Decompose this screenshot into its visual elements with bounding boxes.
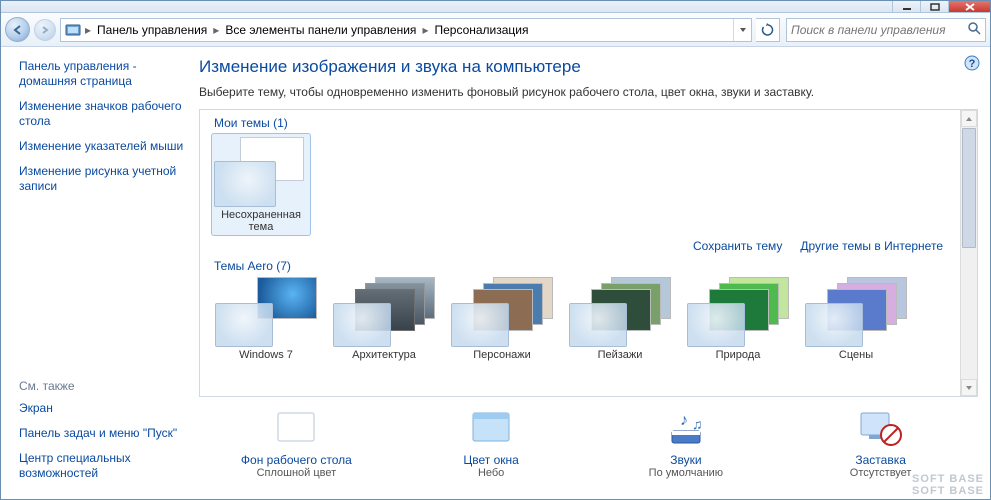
theme-item-scenes[interactable]: Сцены (802, 277, 910, 361)
screensaver-icon (857, 409, 905, 449)
more-themes-link[interactable]: Другие темы в Интернете (800, 239, 943, 253)
page-description: Выберите тему, чтобы одновременно измени… (199, 85, 978, 99)
see-also-label: См. также (19, 379, 185, 393)
help-icon[interactable]: ? (964, 55, 980, 71)
theme-item-unsaved[interactable]: Несохраненная тема (212, 134, 310, 235)
sidebar: Панель управления - домашняя страница Из… (1, 47, 191, 499)
window-titlebar (1, 1, 990, 13)
theme-item-characters[interactable]: Персонажи (448, 277, 556, 361)
setting-sounds[interactable]: ♪ ♫ Звуки По умолчанию (606, 409, 766, 479)
sidebar-link-mouse-pointers[interactable]: Изменение указателей мыши (19, 139, 185, 154)
setting-window-color[interactable]: Цвет окна Небо (411, 409, 571, 479)
themes-list: Мои темы (1) Несохраненная тема Сохранит… (199, 109, 978, 397)
forward-button[interactable] (34, 19, 56, 41)
theme-item-windows7[interactable]: Windows 7 (212, 277, 320, 361)
sidebar-link-taskbar[interactable]: Панель задач и меню "Пуск" (19, 426, 185, 441)
search-icon[interactable] (967, 21, 981, 38)
my-themes-header: Мои темы (1) (214, 116, 965, 130)
close-button[interactable] (948, 1, 990, 12)
svg-text:♪: ♪ (680, 412, 688, 429)
sidebar-link-desktop-icons[interactable]: Изменение значков рабочего стола (19, 99, 185, 129)
scroll-up-button[interactable] (961, 110, 977, 127)
chevron-right-icon: ▸ (420, 23, 430, 37)
breadcrumb-item[interactable]: Панель управления (93, 23, 211, 37)
watermark: SOFT BASESOFT BASE (912, 473, 984, 497)
content-area: ? Изменение изображения и звука на компь… (191, 47, 990, 499)
control-panel-home-link[interactable]: Панель управления - домашняя страница (19, 59, 185, 89)
desktop-background-icon (272, 409, 320, 449)
maximize-button[interactable] (920, 1, 948, 12)
aero-themes-header: Темы Aero (7) (214, 259, 965, 273)
search-box[interactable] (786, 18, 986, 42)
save-theme-link[interactable]: Сохранить тему (693, 239, 782, 253)
setting-desktop-background[interactable]: Фон рабочего стола Сплошной цвет (216, 409, 376, 479)
navigation-bar: ▸ Панель управления ▸ Все элементы панел… (1, 13, 990, 47)
refresh-button[interactable] (756, 18, 780, 42)
control-panel-icon (65, 22, 81, 38)
chevron-right-icon: ▸ (211, 23, 221, 37)
search-input[interactable] (791, 23, 967, 37)
window-color-icon (467, 409, 515, 449)
theme-label: Несохраненная тема (212, 209, 310, 233)
breadcrumb-dropdown[interactable] (733, 19, 751, 41)
sounds-icon: ♪ ♫ (662, 409, 710, 449)
minimize-button[interactable] (892, 1, 920, 12)
theme-thumbnail (214, 137, 308, 207)
breadcrumb-item[interactable]: Персонализация (430, 23, 532, 37)
theme-item-landscapes[interactable]: Пейзажи (566, 277, 674, 361)
settings-row: Фон рабочего стола Сплошной цвет Цвет ок… (199, 397, 978, 479)
scroll-thumb[interactable] (962, 128, 976, 248)
breadcrumb-item[interactable]: Все элементы панели управления (221, 23, 420, 37)
page-title: Изменение изображения и звука на компьют… (199, 57, 978, 77)
sidebar-link-display[interactable]: Экран (19, 401, 185, 416)
sidebar-link-ease-of-access[interactable]: Центр специальных возможностей (19, 451, 185, 481)
svg-text:♫: ♫ (692, 416, 703, 432)
theme-item-nature[interactable]: Природа (684, 277, 792, 361)
scrollbar[interactable] (960, 110, 977, 396)
theme-item-architecture[interactable]: Архитектура (330, 277, 438, 361)
scroll-down-button[interactable] (961, 379, 977, 396)
svg-text:?: ? (969, 58, 976, 70)
breadcrumb[interactable]: ▸ Панель управления ▸ Все элементы панел… (60, 18, 752, 42)
chevron-right-icon: ▸ (83, 23, 93, 37)
sidebar-link-account-picture[interactable]: Изменение рисунка учетной записи (19, 164, 185, 194)
back-button[interactable] (5, 17, 30, 42)
setting-screensaver[interactable]: Заставка Отсутствует (801, 409, 961, 479)
